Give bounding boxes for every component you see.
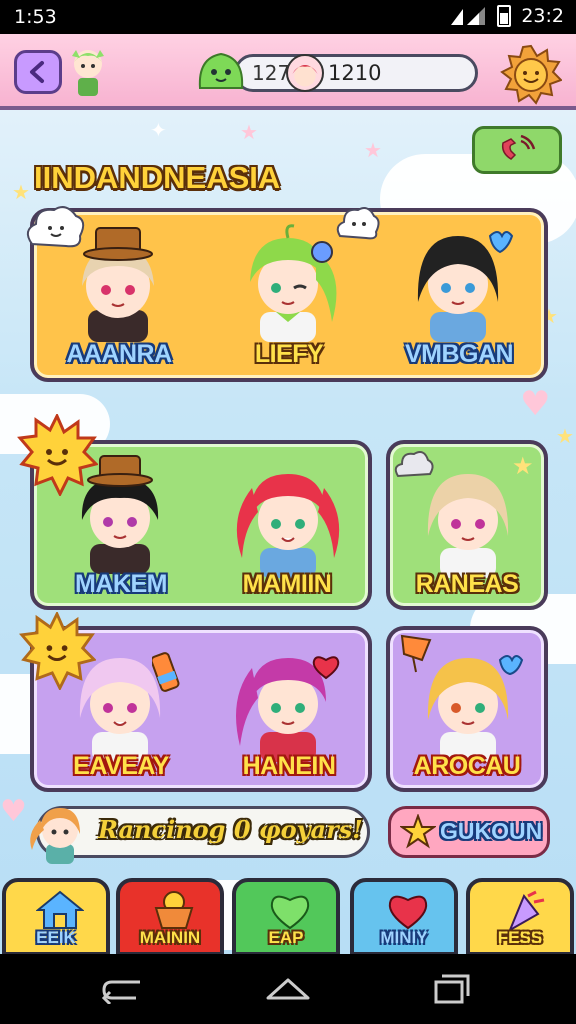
nav-button-miniy[interactable]: MINIY (350, 878, 458, 956)
character-name-2: LIEFY (254, 340, 324, 368)
paintbrush-icon (152, 652, 180, 692)
phone-icon (501, 135, 536, 160)
character-portrait-aaanra[interactable] (58, 222, 178, 342)
battery-icon (497, 5, 512, 27)
character-name-8: HANEIN (242, 752, 336, 780)
bottom-nav: EEIK MAININ EAP MINIY FESS (0, 876, 576, 956)
home-nav-icon[interactable] (264, 976, 312, 1002)
character-name-1: AAANRA (66, 340, 172, 368)
character-name-4: MAKEM (75, 570, 167, 598)
ticker-avatar-icon (30, 808, 80, 864)
gukoun-button-label: GUKOUN (440, 818, 543, 844)
heart-icon (312, 656, 340, 680)
character-name-5: MAMIIN (242, 570, 332, 598)
player-avatar-icon[interactable] (66, 42, 110, 100)
character-name-7: EAVEAY (73, 752, 169, 780)
heart-icon (388, 895, 428, 930)
character-name-3: VMBGAN (404, 340, 514, 368)
ticker-text: Rancinog 0 φoyars! (98, 815, 363, 844)
nav-button-fess[interactable]: FESS (466, 878, 574, 956)
nav-label-mainin: MAININ (139, 928, 201, 947)
house-icon (36, 890, 84, 929)
section-title: IINDANDNEASIA (34, 160, 281, 195)
character-portrait-liefy[interactable] (228, 222, 348, 342)
top-bar: 127 1210 (0, 34, 576, 110)
chevron-left-icon (30, 61, 44, 83)
star-icon (400, 814, 436, 849)
nav-label-fess: FESS (497, 928, 543, 947)
character-portrait-makem[interactable] (60, 454, 180, 574)
nav-label-eap: EAP (268, 928, 304, 947)
character-portrait-arocau[interactable] (408, 642, 528, 762)
player-portrait-icon (286, 54, 324, 92)
status-clock: 23:2 (521, 5, 564, 27)
slime-currency-icon (198, 52, 244, 89)
system-nav-bar (0, 954, 576, 1024)
phone-button[interactable] (472, 126, 562, 174)
nav-button-eap[interactable]: EAP (232, 878, 340, 956)
back-nav-icon[interactable] (100, 976, 144, 1004)
character-name-9: AROCAU (413, 752, 521, 780)
status-time: 1:53 (14, 6, 57, 28)
currency-b-value: 1210 (328, 61, 382, 85)
character-name-6: RANEAS (415, 570, 519, 598)
character-portrait-vmbgan[interactable] (398, 222, 518, 342)
nav-label-miniy: MINIY (380, 928, 428, 947)
nav-button-eeik[interactable]: EEIK (2, 878, 110, 956)
basket-icon (154, 891, 194, 929)
nav-button-mainin[interactable]: MAININ (116, 878, 224, 956)
character-portrait-raneas[interactable] (408, 458, 528, 578)
sun-menu-icon[interactable] (500, 44, 562, 106)
character-portrait-mamiin[interactable] (228, 458, 348, 578)
party-popper-icon (508, 890, 545, 932)
back-button[interactable] (14, 50, 62, 94)
currency-a-value: 127 (252, 61, 291, 85)
nav-label-eeik: EEIK (36, 928, 76, 947)
heart-icon (270, 895, 310, 930)
recents-nav-icon[interactable] (432, 974, 472, 1004)
wifi-signal-icon (451, 7, 486, 25)
status-bar: 1:53 23:2 (0, 0, 576, 34)
